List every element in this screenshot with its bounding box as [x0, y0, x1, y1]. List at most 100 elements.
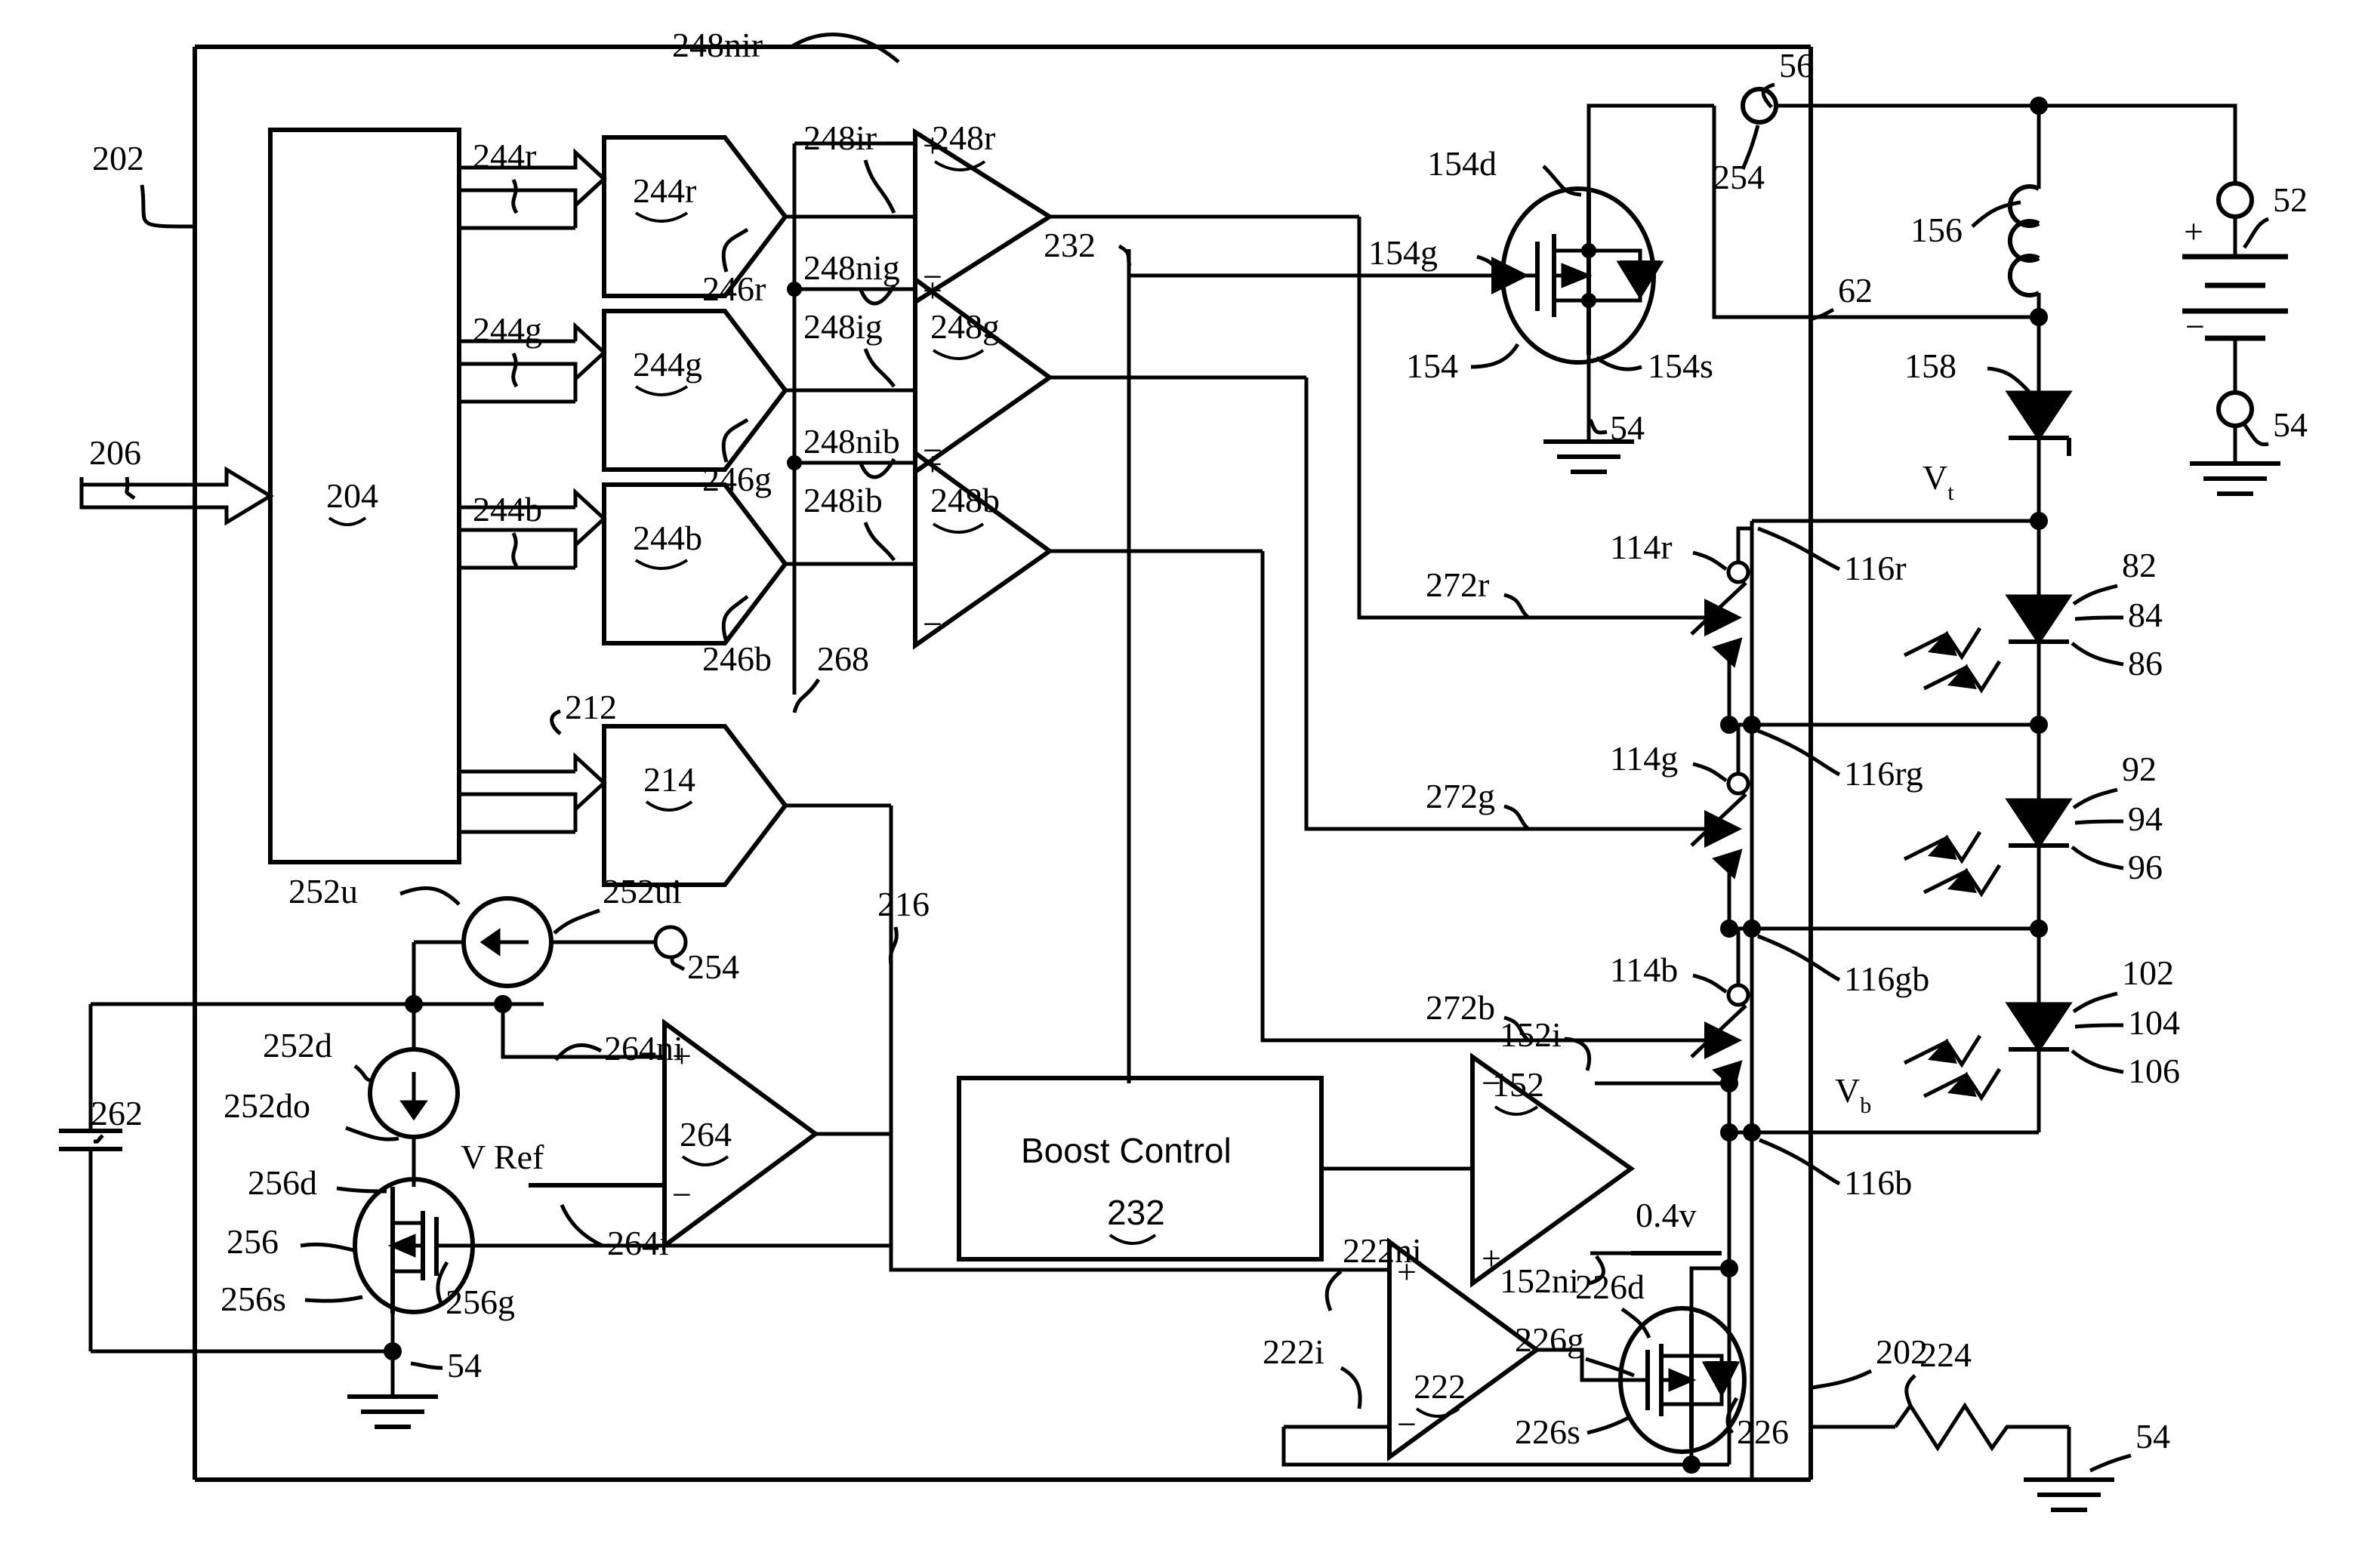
label-dac-244r: 244r [633, 171, 696, 210]
label-252u: 252u [288, 872, 358, 910]
leader-248ig [863, 348, 896, 388]
leader-224 [1904, 1374, 1916, 1406]
label-152ni: 152ni [1500, 1261, 1579, 1300]
switch-114b-up-lead [1729, 930, 1741, 985]
leader-232-net [1118, 244, 1132, 266]
leader-252ui [553, 908, 600, 935]
led-84-emission-arrows [1903, 627, 2002, 694]
label-252d: 252d [263, 1026, 332, 1064]
sign-264-plus: + [672, 1037, 692, 1075]
leader-158 [1987, 366, 2031, 394]
label-224: 224 [1920, 1335, 1972, 1374]
leader-96 [2071, 846, 2124, 870]
label-114g: 114g [1610, 739, 1678, 778]
label-116gb: 116gb [1844, 960, 1929, 998]
label-246r: 246r [702, 270, 766, 308]
label-226s: 226s [1515, 1412, 1580, 1451]
label-206: 206 [89, 433, 141, 472]
leader-202-right [1812, 1369, 1873, 1390]
figure-canvas: 202 206 204 244r 244g 244b 212 244r 244g… [0, 0, 2362, 1568]
leader-154 [1470, 343, 1520, 369]
leader-116r [1757, 526, 1841, 571]
switch-114g-blade [1690, 793, 1747, 847]
terminal-52-plus [2216, 181, 2254, 219]
bus-arrow-212-head [459, 752, 607, 814]
label-154d: 154d [1427, 144, 1497, 183]
leader-248ir [863, 159, 896, 214]
boost-control-ref: 232 [1107, 1193, 1165, 1232]
junction-116rg-right [2030, 716, 2048, 734]
leader-82 [2072, 584, 2118, 606]
leader-254-left [670, 958, 686, 972]
sign-264-minus: − [672, 1175, 692, 1214]
lead-232-to-154g [1127, 249, 1529, 294]
label-54-a: 54 [1610, 408, 1645, 447]
switch-114b-blade [1690, 1004, 1747, 1058]
label-256g: 256g [446, 1283, 515, 1321]
label-86: 86 [2128, 644, 2163, 682]
label-248nir: 248nir [672, 26, 763, 64]
label-116rg: 116rg [1844, 754, 1923, 793]
leader-116b [1759, 1138, 1841, 1186]
label-256s: 256s [220, 1280, 286, 1318]
leader-54-d [2089, 1453, 2132, 1473]
label-92: 92 [2122, 750, 2157, 788]
label-226d: 226d [1575, 1268, 1645, 1306]
leader-244b-bus [511, 531, 519, 568]
boost-control-title: Boost Control [1021, 1131, 1232, 1170]
leader-252d [353, 1064, 372, 1083]
switch-114b-nc-contact [1726, 983, 1750, 1007]
leader-206 [125, 476, 136, 500]
junction-226s [1682, 1456, 1701, 1474]
label-94: 94 [2128, 799, 2163, 838]
leader-54-b [410, 1361, 443, 1370]
label-244b-bus: 244b [473, 490, 542, 528]
label-248g: 248g [930, 307, 1000, 346]
label-62: 62 [1838, 271, 1873, 310]
sign-248r-plus: + [923, 126, 942, 165]
label-248b: 248b [930, 481, 1000, 519]
label-116b: 116b [1844, 1163, 1912, 1202]
underline-152 [1494, 1105, 1539, 1116]
dac-block-244g [602, 309, 788, 472]
leader-246r [721, 227, 749, 273]
leader-54-right [2242, 423, 2269, 447]
label-dac-244g: 244g [633, 345, 702, 384]
leader-212-bus [550, 709, 562, 735]
led-94-emission-arrows [1903, 830, 2002, 898]
label-04v: 0.4v [1636, 1196, 1697, 1234]
leader-226g [1585, 1357, 1635, 1378]
leader-152i [1564, 1037, 1592, 1071]
leader-222ni [1324, 1270, 1343, 1311]
dac-block-214 [602, 724, 788, 887]
label-104: 104 [2128, 1003, 2180, 1042]
label-212-bus: 212 [565, 688, 617, 726]
label-54-b: 54 [447, 1346, 482, 1385]
leader-244g-bus [511, 352, 519, 388]
label-vref: V Ref [461, 1138, 544, 1176]
underline-244b [634, 559, 689, 570]
label-272g: 272g [1426, 777, 1495, 815]
label-262: 262 [91, 1094, 143, 1132]
diode-158-triangle [2005, 390, 2073, 442]
label-216: 216 [877, 885, 930, 923]
label-248ig: 248ig [803, 307, 883, 346]
input-bus-arrow-206 [79, 466, 274, 526]
label-272r: 272r [1426, 565, 1489, 604]
label-226g: 226g [1515, 1320, 1584, 1359]
resistor-224 [1893, 1402, 2069, 1452]
label-248nib: 248nib [803, 422, 900, 461]
battery-plus-sign: + [2184, 212, 2203, 251]
leader-256 [300, 1242, 354, 1252]
underline-232 [1109, 1234, 1157, 1245]
label-102: 102 [2122, 953, 2174, 992]
label-54-d: 54 [2135, 1417, 2170, 1456]
label-154s: 154s [1648, 347, 1713, 385]
switch-114r-blade [1690, 581, 1747, 636]
junction-116gb-right [2030, 920, 2048, 938]
leader-114b [1692, 973, 1728, 994]
leader-202-left [140, 184, 196, 229]
sign-152-plus: + [1482, 1239, 1501, 1277]
label-244g-bus: 244g [473, 310, 542, 349]
switch-114g-nc-contact [1726, 772, 1750, 796]
